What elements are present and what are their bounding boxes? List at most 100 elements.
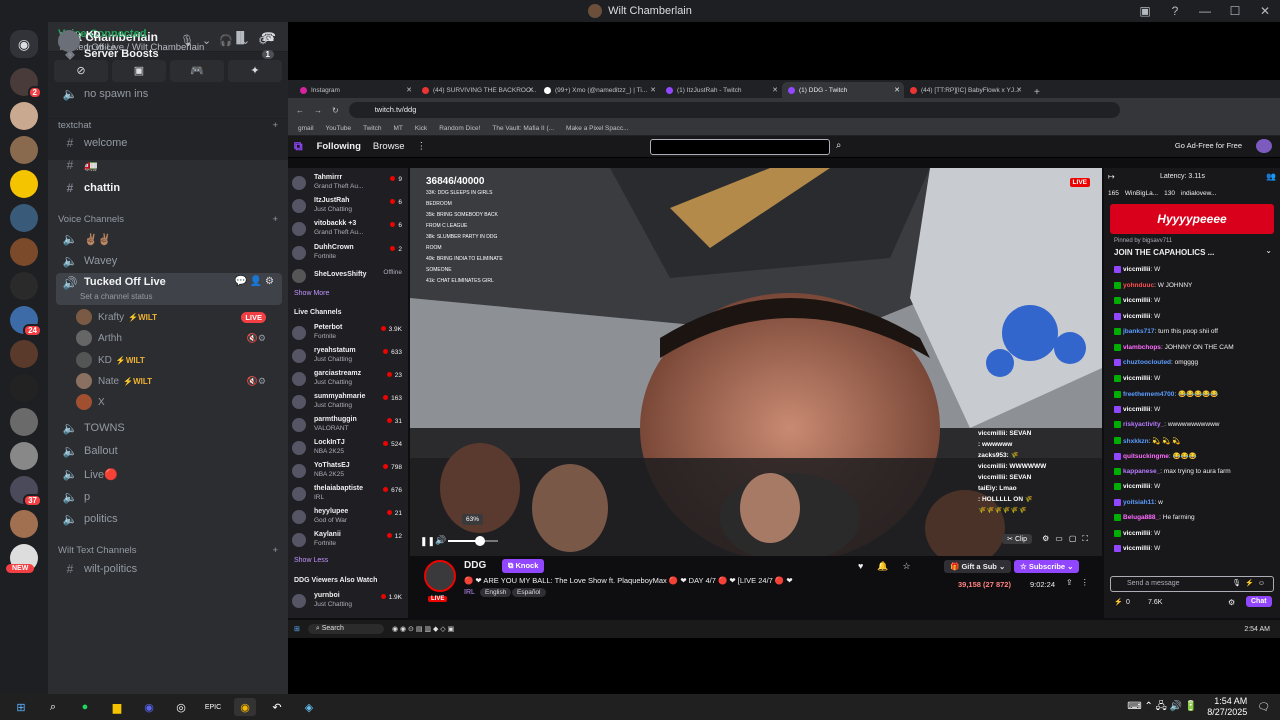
chat-username[interactable]: Beluga888_ bbox=[1123, 514, 1159, 521]
ad-free-link[interactable]: Go Ad-Free for Free bbox=[1175, 141, 1242, 150]
server-icon[interactable]: 37 bbox=[10, 476, 42, 507]
spotify-icon[interactable]: ● bbox=[74, 698, 96, 716]
chevron-down-icon[interactable]: ⌄ bbox=[1265, 246, 1272, 255]
live-channel[interactable]: garciastreamz Just Chatting 23 bbox=[292, 368, 406, 390]
channel-name[interactable]: DDG bbox=[464, 560, 486, 571]
close-button[interactable]: ✕ bbox=[1250, 4, 1280, 18]
notifications-icon[interactable]: 🗨 bbox=[1257, 702, 1270, 713]
close-tab-icon[interactable]: ✕ bbox=[894, 86, 900, 94]
pinned-message[interactable]: JOIN THE CAPAHOLICS ... bbox=[1114, 248, 1214, 257]
close-tab-icon[interactable]: ✕ bbox=[650, 86, 656, 94]
user-controls[interactable]: 🎙⌄🎧⌄⚙ bbox=[180, 34, 276, 47]
inbox-icon[interactable]: ▣ bbox=[1130, 4, 1160, 18]
chat-username[interactable]: riskyactivity_ bbox=[1123, 421, 1164, 428]
activity-button[interactable]: 🎮 bbox=[170, 60, 224, 82]
close-tab-icon[interactable]: ✕ bbox=[1016, 86, 1022, 94]
category-voice-channels[interactable]: Voice Channels + bbox=[58, 214, 278, 225]
maximize-button[interactable]: ☐ bbox=[1220, 4, 1250, 18]
gift-sub-button[interactable]: 🎁 Gift a Sub ⌄ bbox=[944, 560, 1012, 573]
followed-channel[interactable]: ItzJustRah Just Chatting 6 bbox=[292, 195, 406, 217]
tab-twitch-rah[interactable]: (1) ItzJustRah - Twitch ✕ bbox=[660, 82, 782, 98]
server-icon[interactable]: 2 bbox=[10, 68, 42, 99]
voice-user-kd[interactable]: KD ⚡WILT bbox=[76, 350, 276, 370]
subscribe-button[interactable]: ☆ Subscribe ⌄ bbox=[1014, 560, 1080, 573]
bookmark[interactable]: Twitch bbox=[363, 125, 381, 132]
chat-username[interactable]: freethemem4700 bbox=[1123, 391, 1174, 398]
search-icon[interactable]: ⌕ bbox=[42, 698, 64, 716]
reload-icon[interactable]: ↻ bbox=[332, 106, 339, 115]
bookmark[interactable]: MT bbox=[394, 125, 403, 132]
avatar[interactable] bbox=[58, 30, 80, 52]
hype-leaderboard[interactable]: 165 WinBigLa... 130 indialovew... bbox=[1104, 186, 1280, 200]
close-tab-icon[interactable]: ✕ bbox=[772, 86, 778, 94]
chat-username[interactable]: viccmillii bbox=[1123, 530, 1150, 537]
channel-welcome[interactable]: # welcome bbox=[56, 132, 282, 154]
server-icon[interactable] bbox=[10, 510, 38, 538]
url-field[interactable]: twitch.tv/ddg bbox=[348, 102, 1120, 118]
settings-icon[interactable]: ⚙ bbox=[1228, 598, 1235, 607]
live-channel[interactable]: thelaiabaptiste IRL 676 bbox=[292, 483, 406, 505]
volume-icon[interactable]: 🔊 bbox=[435, 535, 446, 546]
live-channel[interactable]: Peterbot Fortnite 3.9K bbox=[292, 322, 406, 344]
followed-channel[interactable]: DuhhCrown Fortnite 2 bbox=[292, 242, 406, 264]
screen-share-button[interactable]: ▣ bbox=[112, 60, 166, 82]
chat-input[interactable]: Send a message 🎙⚡☺ bbox=[1110, 576, 1274, 592]
add-channel-icon[interactable]: + bbox=[272, 120, 278, 131]
chrome-icon[interactable]: ◉ bbox=[234, 698, 256, 716]
tab-tiktok[interactable]: (99+) Xmo (@nameditzz_) | Ti... ✕ bbox=[538, 82, 660, 98]
inner-search[interactable]: ⌕ Search bbox=[307, 624, 384, 634]
server-icon[interactable]: 24 bbox=[10, 306, 42, 337]
voice-user-krafty[interactable]: Krafty ⚡WILT LIVE bbox=[76, 307, 276, 327]
voice-channel-live[interactable]: 🔈 Live🔴 bbox=[56, 463, 282, 485]
channel-truck[interactable]: # 🚛 bbox=[56, 154, 282, 176]
close-tab-icon[interactable]: ✕ bbox=[528, 86, 534, 94]
voice-channel-peace[interactable]: 🔈 ✌🏽✌🏽 bbox=[56, 228, 282, 250]
video-player[interactable]: 36846/40000 33K: DDG SLEEPS IN GIRLS BED… bbox=[410, 168, 1102, 556]
live-channel[interactable]: ryeahstatum Just Chatting 633 bbox=[292, 345, 406, 367]
voice-channel-ballout[interactable]: 🔈 Ballout bbox=[56, 440, 282, 462]
chat-username[interactable]: shxkkzn bbox=[1123, 438, 1149, 445]
live-channel[interactable]: YoThatsEJ NBA 2K25 798 bbox=[292, 460, 406, 482]
tab-twitch-ddg[interactable]: (1) DDG - Twitch ✕ bbox=[782, 82, 904, 98]
live-channel[interactable]: LockInTJ NBA 2K25 524 bbox=[292, 437, 406, 459]
chat-username[interactable]: viccmillii bbox=[1123, 483, 1150, 490]
server-icon[interactable] bbox=[10, 272, 38, 300]
server-icon[interactable] bbox=[10, 374, 38, 402]
points-balance[interactable]: 7.6K bbox=[1148, 599, 1162, 606]
chat-username[interactable]: viccmillii bbox=[1123, 266, 1150, 273]
channel-status[interactable]: Set a channel status bbox=[80, 292, 153, 301]
avatar[interactable] bbox=[424, 560, 456, 592]
bookmark[interactable]: The Vault: Mafia II (... bbox=[492, 125, 554, 132]
share-more-icons[interactable]: ⇪⋮ bbox=[1066, 578, 1097, 587]
channel-wilt-politics[interactable]: # wilt-politics bbox=[56, 558, 282, 580]
followed-channel[interactable]: Tahmirrr Grand Theft Au... 9 bbox=[292, 172, 406, 194]
voice-channel-towns[interactable]: 🔈 TOWNS bbox=[56, 417, 282, 439]
knock-button[interactable]: ⧉ Knock bbox=[502, 559, 545, 573]
chat-username[interactable]: viccmillii bbox=[1123, 297, 1150, 304]
clock[interactable]: 1:54 AM 8/27/2025 bbox=[1207, 696, 1247, 718]
add-channel-icon[interactable]: + bbox=[272, 545, 278, 556]
live-channel[interactable]: parmthuggin VALORANT 31 bbox=[292, 414, 406, 436]
discord-icon[interactable]: ◉ bbox=[138, 698, 160, 716]
file-explorer-icon[interactable]: ▆ bbox=[106, 698, 128, 716]
windows-start-icon[interactable]: ⊞ bbox=[294, 625, 300, 633]
voice-channel-wavey[interactable]: 🔈 Wavey bbox=[56, 250, 282, 272]
add-channel-icon[interactable]: + bbox=[272, 214, 278, 225]
server-icon[interactable] bbox=[10, 340, 38, 368]
more-icon[interactable]: ⋮ bbox=[417, 141, 427, 152]
live-channel[interactable]: summyahmarie Just Chatting 163 bbox=[292, 391, 406, 413]
live-channel[interactable]: Kaylanii Fortnite 12 bbox=[292, 529, 406, 551]
volume-track[interactable] bbox=[448, 536, 498, 546]
tag[interactable]: English bbox=[480, 588, 512, 597]
taskbar-apps[interactable]: ◉ ◉ ⊙ ▤ ▥ ◆ ◇ ▣ bbox=[392, 625, 454, 633]
volume-handle[interactable] bbox=[474, 536, 485, 546]
player-controls[interactable]: ⚙▭▢⛶ bbox=[1042, 534, 1094, 544]
chat-username[interactable]: viccmillii bbox=[1123, 406, 1150, 413]
browse-link[interactable]: Browse bbox=[373, 141, 405, 152]
voice-user-arthh[interactable]: Arthh 🔇⚙ bbox=[76, 328, 276, 348]
category-wilt-text[interactable]: Wilt Text Channels + bbox=[58, 545, 278, 556]
chat-send-button[interactable]: Chat bbox=[1246, 596, 1272, 607]
help-icon[interactable]: ? bbox=[1160, 4, 1190, 18]
server-icon[interactable] bbox=[10, 102, 38, 130]
bookmark[interactable]: Make a Pixel Spacc... bbox=[566, 125, 629, 132]
